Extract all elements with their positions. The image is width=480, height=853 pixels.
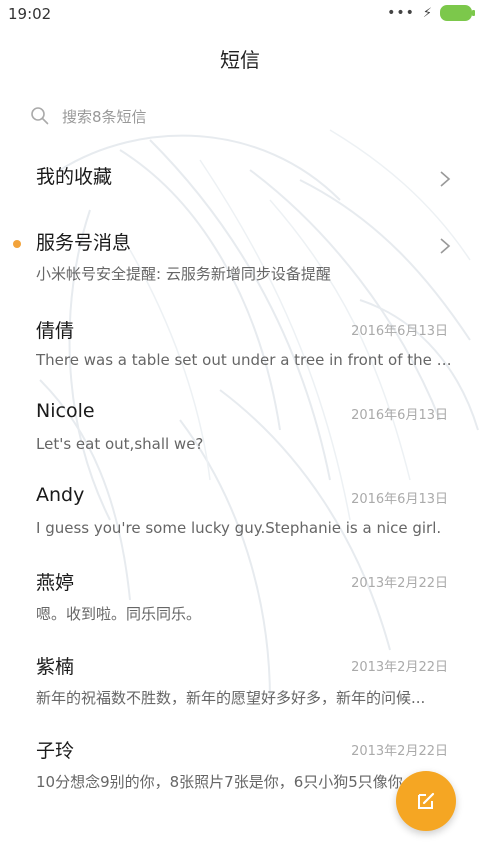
message-preview: 新年的祝福数不胜数，新年的愿望好多好多，新年的问候... (36, 689, 426, 707)
message-date: 2016年6月13日 (351, 492, 448, 507)
contact-name: 倩倩 (36, 320, 75, 342)
status-icons: ••• ⚡ (387, 5, 475, 21)
compose-button[interactable] (396, 771, 456, 831)
conversation-row[interactable]: Nicole 2016年6月13日 Let's eat out,shall we… (0, 382, 480, 466)
signal-dots-icon: ••• (387, 5, 415, 21)
message-preview: Let's eat out,shall we? (36, 435, 204, 453)
status-time: 19:02 (8, 5, 52, 23)
chevron-right-icon (440, 238, 451, 254)
unread-dot (13, 240, 21, 248)
battery-icon (440, 5, 475, 21)
contact-name: 子玲 (36, 740, 75, 762)
contact-name: 紫楠 (36, 656, 75, 678)
search-input[interactable]: 搜索8条短信 (62, 106, 147, 127)
status-bar: 19:02 ••• ⚡ (0, 0, 480, 28)
search-icon (31, 107, 49, 125)
service-messages-row[interactable]: 服务号消息 小米帐号安全提醒: 云服务新增同步设备提醒 (0, 214, 480, 298)
message-date: 2016年6月13日 (351, 408, 448, 423)
chevron-right-icon (440, 171, 451, 187)
search-bar[interactable]: 搜索8条短信 (0, 88, 480, 144)
charging-icon: ⚡ (422, 5, 432, 21)
service-title: 服务号消息 (36, 232, 132, 254)
favorites-label: 我的收藏 (36, 166, 113, 188)
page-title: 短信 (220, 48, 260, 72)
app-header: 短信 (0, 28, 480, 88)
message-date: 2013年2月22日 (351, 744, 448, 759)
contact-name: 燕婷 (36, 572, 75, 594)
service-preview: 小米帐号安全提醒: 云服务新增同步设备提醒 (36, 265, 331, 283)
message-preview: There was a table set out under a tree i… (36, 351, 456, 369)
message-date: 2013年2月22日 (351, 576, 448, 591)
contact-name: Andy (36, 484, 85, 506)
message-preview: I guess you're some lucky guy.Stephanie … (36, 519, 442, 537)
conversation-row[interactable]: 紫楠 2013年2月22日 新年的祝福数不胜数，新年的愿望好多好多，新年的问候.… (0, 634, 480, 718)
favorites-row[interactable]: 我的收藏 (0, 144, 480, 214)
message-date: 2013年2月22日 (351, 660, 448, 675)
message-preview: 10分想念9别的你，8张照片7张是你，6只小狗5只像你... (36, 773, 418, 791)
conversation-list: 倩倩 2016年6月13日 There was a table set out … (0, 298, 480, 802)
conversation-row[interactable]: Andy 2016年6月13日 I guess you're some luck… (0, 466, 480, 550)
conversation-row[interactable]: 倩倩 2016年6月13日 There was a table set out … (0, 298, 480, 382)
message-date: 2016年6月13日 (351, 324, 448, 339)
compose-icon (418, 792, 435, 809)
contact-name: Nicole (36, 400, 95, 422)
message-preview: 嗯。收到啦。同乐同乐。 (36, 605, 202, 623)
conversation-row[interactable]: 燕婷 2013年2月22日 嗯。收到啦。同乐同乐。 (0, 550, 480, 634)
